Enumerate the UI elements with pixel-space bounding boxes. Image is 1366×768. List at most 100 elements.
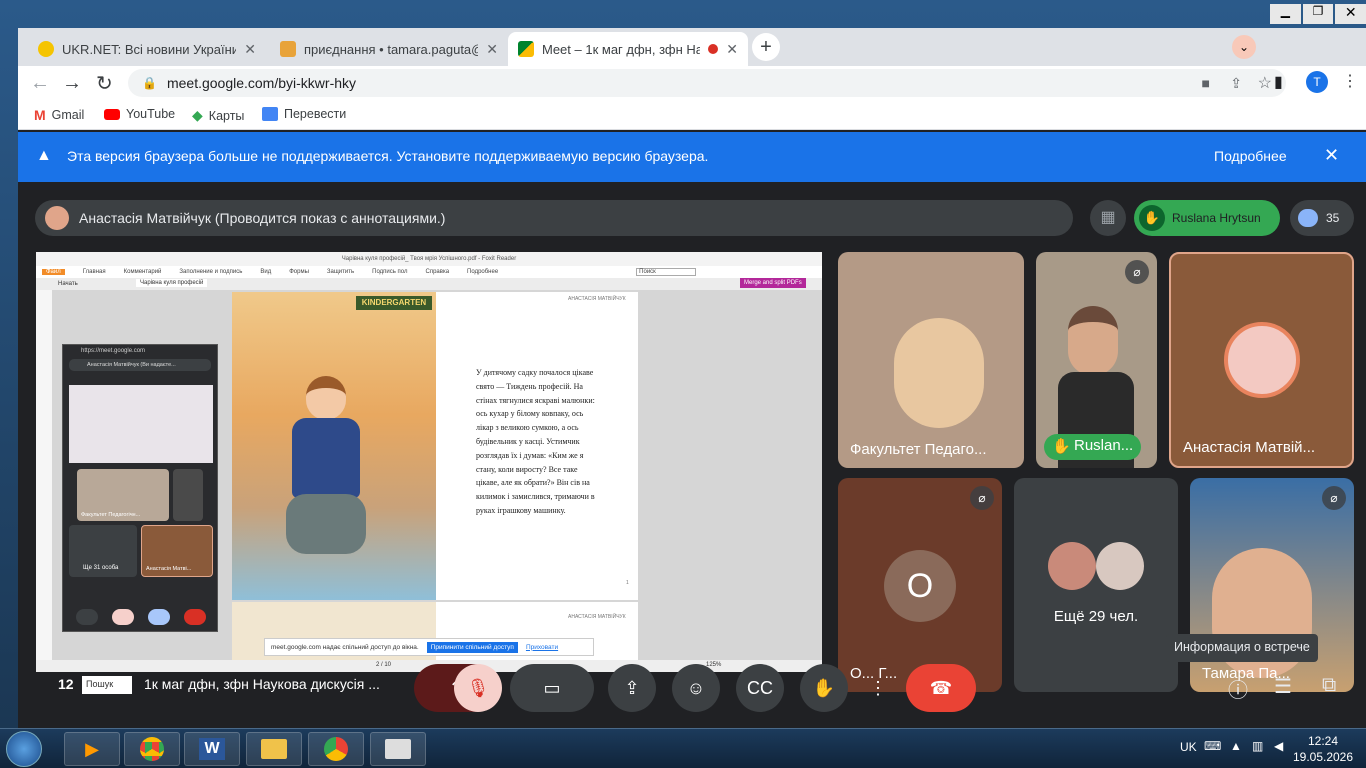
tile-o[interactable]: ⌀ О О... Г... xyxy=(838,478,1002,692)
menu-item: Защитить xyxy=(326,269,355,275)
language-indicator[interactable]: UK xyxy=(1180,740,1197,754)
infobar-close-button[interactable]: ✕ xyxy=(1324,145,1339,166)
avatar xyxy=(1096,542,1144,590)
maximize-icon[interactable]: ❐ xyxy=(1302,4,1334,24)
doc-tab: Начать xyxy=(58,281,78,287)
chrome-icon xyxy=(324,737,348,761)
address-bar[interactable]: 🔒 meet.google.com/byi-kkwr-hky ■ ⇪ ☆ xyxy=(128,69,1286,97)
mini-meet-window: https://meet.google.com Анастасія Матвій… xyxy=(62,344,218,632)
raised-hand-chip[interactable]: ✋ Ruslana Hrytsun xyxy=(1134,200,1280,236)
bookmark-translate[interactable]: Перевести xyxy=(262,107,346,121)
captions-button[interactable]: CC xyxy=(736,664,784,712)
taskbar-chrome-2[interactable] xyxy=(308,732,364,766)
share-icon[interactable]: ⇪ xyxy=(1230,75,1242,92)
close-tab-icon[interactable]: ✕ xyxy=(244,41,256,58)
windows-taskbar: ▶ W UK ⌨ ▲ ▥ ◀ 12:24 19.05.2026 xyxy=(0,728,1366,768)
taskbar-chrome-1[interactable] xyxy=(124,732,180,766)
chrome-window: ▁ ❐ ✕ UKR.NET: Всі новини України, ос ✕ … xyxy=(18,4,1366,728)
leave-call-button[interactable]: ☎ xyxy=(906,664,976,712)
bookmark-label: Gmail xyxy=(51,108,85,122)
close-tab-icon[interactable]: ✕ xyxy=(486,41,498,58)
start-button[interactable] xyxy=(6,731,42,767)
tile-name: Анастасія Матвій... xyxy=(1183,439,1316,456)
tab-classroom[interactable]: приєднання • tamara.paguta@u ✕ xyxy=(270,32,508,66)
infobar-more-link[interactable]: Подробнее xyxy=(1214,148,1287,164)
clock[interactable]: 12:24 19.05.2026 xyxy=(1290,733,1356,765)
more-options-button[interactable]: ⋮ xyxy=(864,664,892,712)
close-window-icon[interactable]: ✕ xyxy=(1335,4,1366,24)
tile-others[interactable]: Ещё 29 чел. xyxy=(1014,478,1178,692)
bookmark-gmail[interactable]: M Gmail xyxy=(34,107,84,123)
reload-icon[interactable]: ↻ xyxy=(96,71,113,96)
present-button[interactable]: ⇪ xyxy=(608,664,656,712)
camera-icon[interactable]: ■ xyxy=(1202,75,1210,91)
mini-tile-label: Анастасія Матві... xyxy=(146,566,192,572)
gmail-icon: M xyxy=(34,107,46,123)
mic-toggle-button[interactable]: 🎙 xyxy=(454,664,502,712)
taskbar-explorer[interactable] xyxy=(246,732,302,766)
forward-icon[interactable]: → xyxy=(62,72,82,95)
avatar xyxy=(1048,542,1096,590)
avatar xyxy=(1224,322,1300,398)
camera-toggle-button[interactable]: ▭ xyxy=(510,664,594,712)
activities-icon[interactable]: ⧉ xyxy=(1322,674,1336,697)
mini-camera-icon xyxy=(112,609,134,625)
mini-tile-ruslana xyxy=(173,469,203,521)
raise-hand-button[interactable]: ✋ xyxy=(800,664,848,712)
mini-presenter: Анастасія Матвійчук (Ви надаєте... xyxy=(69,359,211,371)
participants-avatars-icon xyxy=(1298,209,1318,227)
meeting-title: 1к маг дфн, зфн Наукова дискусія ... xyxy=(144,676,380,692)
side-panel-icon[interactable]: ▮ xyxy=(1274,72,1283,92)
bookmark-label: YouTube xyxy=(126,107,176,121)
bookmark-youtube[interactable]: YouTube xyxy=(104,107,175,121)
video-icon: ▭ xyxy=(543,677,561,698)
tab-search-icon[interactable]: ⌄ xyxy=(1232,35,1256,59)
emoji-icon: ☺ xyxy=(686,677,706,698)
document-icon xyxy=(385,739,411,759)
taskbar-media-player[interactable]: ▶ xyxy=(64,732,120,766)
meet-stage: Анастасія Матвійчук (Проводится показ с … xyxy=(18,182,1366,728)
hidden-tiles-icon[interactable]: ▦ xyxy=(1090,200,1126,236)
taskbar-app[interactable] xyxy=(370,732,426,766)
tab-meet[interactable]: Meet – 1к маг дфн, зфн Нау ✕ xyxy=(508,32,748,66)
new-tab-button[interactable]: + xyxy=(752,33,780,61)
tile-faculty[interactable]: Факультет Педаго... xyxy=(838,252,1024,468)
tile-anastasia[interactable]: Анастасія Матвій... xyxy=(1169,252,1354,468)
youtube-icon xyxy=(104,108,120,120)
menu-item: Вид xyxy=(260,269,272,275)
share-notice: meet.google.com надає спільний доступ до… xyxy=(264,638,594,656)
merge-button: Merge and split PDFs xyxy=(740,278,806,288)
bookmark-maps[interactable]: ◆ Карты xyxy=(192,107,244,124)
info-icon[interactable]: ⓘ xyxy=(1228,674,1248,703)
network-icon[interactable]: ▥ xyxy=(1252,739,1263,753)
tray-arrow-icon[interactable]: ▲ xyxy=(1230,739,1242,753)
chat-icon[interactable]: ☰ xyxy=(1274,674,1292,699)
minimize-icon[interactable]: ▁ xyxy=(1270,4,1301,24)
present-icon: ⇪ xyxy=(624,677,640,698)
presenter-banner: Анастасія Матвійчук (Проводится показ с … xyxy=(35,200,1073,236)
participants-chip[interactable]: 35 xyxy=(1290,200,1354,236)
profile-avatar[interactable]: T xyxy=(1306,71,1328,93)
back-icon[interactable]: ← xyxy=(30,72,50,95)
raised-hand-icon: ✋ xyxy=(1052,438,1071,455)
translate-icon xyxy=(262,107,278,121)
bookmark-label: Перевести xyxy=(284,107,347,121)
raised-hand-name: Ruslana Hrytsun xyxy=(1172,211,1261,225)
star-icon[interactable]: ☆ xyxy=(1258,73,1272,93)
foxit-doc-tabs: Начать Чарівна куля професій Merge and s… xyxy=(36,278,822,290)
bookmark-label: Карты xyxy=(208,108,245,123)
keyboard-icon[interactable]: ⌨ xyxy=(1204,739,1221,753)
reactions-button[interactable]: ☺ xyxy=(672,664,720,712)
tab-title: Meet – 1к маг дфн, зфн Нау xyxy=(542,41,701,57)
unsupported-browser-bar: ▲ Эта версия браузера больше не поддержи… xyxy=(18,132,1366,182)
tile-ruslana[interactable]: ⌀ ✋ Ruslan... xyxy=(1036,252,1157,468)
taskbar-word[interactable]: W xyxy=(184,732,240,766)
volume-icon[interactable]: ◀ xyxy=(1274,739,1283,753)
menu-icon[interactable]: ⋮ xyxy=(1342,71,1358,91)
page-header: АНАСТАСІЯ МАТВІЙЧУК xyxy=(568,296,626,302)
url-text: meet.google.com/byi-kkwr-hky xyxy=(166,75,357,91)
close-tab-icon[interactable]: ✕ xyxy=(726,41,738,58)
foxit-sidebar xyxy=(36,290,52,660)
meet-icon xyxy=(518,41,534,57)
tab-ukrnet[interactable]: UKR.NET: Всі новини України, ос ✕ xyxy=(28,32,266,66)
